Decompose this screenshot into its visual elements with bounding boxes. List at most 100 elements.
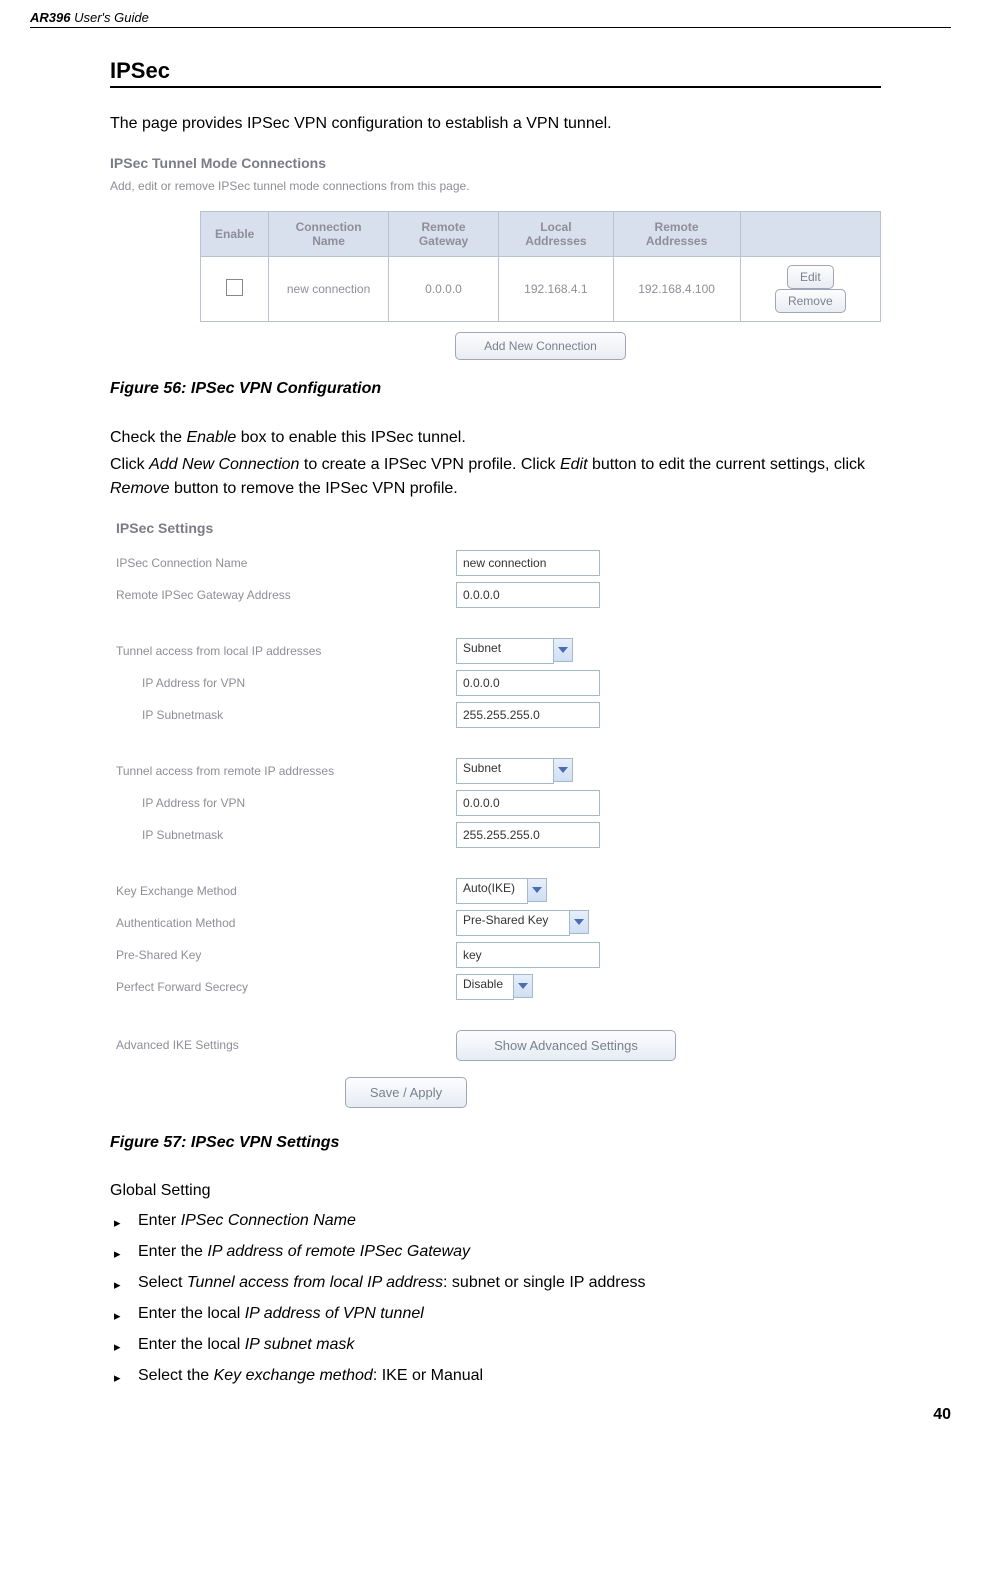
bullet-icon: ▸ (110, 1367, 138, 1386)
bullet-icon: ▸ (110, 1274, 138, 1293)
select-value: Subnet (456, 638, 554, 664)
connections-table: Enable Connection Name Remote Gateway Lo… (200, 211, 881, 322)
label-local-mask: IP Subnetmask (116, 708, 456, 722)
page-header: AR396 User's Guide (30, 10, 951, 28)
col-local-addresses: Local Addresses (499, 212, 613, 257)
col-remote-gateway: Remote Gateway (388, 212, 498, 257)
label-local-ip: IP Address for VPN (116, 676, 456, 690)
label-remote-ip: IP Address for VPN (116, 796, 456, 810)
header-left: AR396 User's Guide (30, 10, 149, 25)
col-remote-addresses: Remote Addresses (613, 212, 740, 257)
table-row: new connection 0.0.0.0 192.168.4.1 192.1… (201, 257, 881, 322)
remove-button[interactable]: Remove (775, 289, 846, 313)
label-kex: Key Exchange Method (116, 884, 456, 898)
fig56-title: IPSec Tunnel Mode Connections (110, 155, 881, 171)
product-name: AR396 (30, 10, 70, 25)
select-remote-access[interactable]: Subnet (456, 758, 573, 784)
label-auth: Authentication Method (116, 916, 456, 930)
label-pfs: Perfect Forward Secrecy (116, 980, 456, 994)
txt: Enable (186, 429, 236, 446)
list-item-text: Enter the local IP address of VPN tunnel (138, 1305, 424, 1323)
bullet-icon: ▸ (110, 1336, 138, 1355)
instructions-block: Check the Enable box to enable this IPSe… (110, 426, 881, 500)
select-kex[interactable]: Auto(IKE) (456, 878, 547, 904)
list-item: ▸Enter the IP address of remote IPSec Ga… (110, 1243, 881, 1262)
bullet-icon: ▸ (110, 1212, 138, 1231)
col-conn-name: Connection Name (269, 212, 388, 257)
list-item: ▸Enter the local IP subnet mask (110, 1336, 881, 1355)
gateway-cell: 0.0.0.0 (388, 257, 498, 322)
label-local-access: Tunnel access from local IP addresses (116, 644, 456, 658)
bullet-icon: ▸ (110, 1243, 138, 1262)
fig57-title: IPSec Settings (116, 520, 881, 536)
remote-addr-cell: 192.168.4.100 (613, 257, 740, 322)
txt: to create a IPSec VPN profile. Click (299, 456, 560, 473)
col-enable: Enable (201, 212, 269, 257)
list-item: ▸Enter the local IP address of VPN tunne… (110, 1305, 881, 1324)
save-apply-button[interactable]: Save / Apply (345, 1077, 467, 1108)
chevron-down-icon (528, 878, 547, 902)
input-remote-mask[interactable] (456, 822, 600, 848)
txt: button to edit the current settings, cli… (588, 456, 865, 473)
select-value: Subnet (456, 758, 554, 784)
enable-checkbox[interactable] (226, 279, 243, 296)
label-psk: Pre-Shared Key (116, 948, 456, 962)
chevron-down-icon (570, 910, 589, 934)
header-suffix: User's Guide (70, 10, 148, 25)
select-value: Pre-Shared Key (456, 910, 570, 936)
select-local-access[interactable]: Subnet (456, 638, 573, 664)
input-remote-gw[interactable] (456, 582, 600, 608)
txt: Remove (110, 480, 170, 497)
select-auth[interactable]: Pre-Shared Key (456, 910, 589, 936)
page-number: 40 (30, 1406, 951, 1424)
input-local-ip[interactable] (456, 670, 600, 696)
chevron-down-icon (554, 638, 573, 662)
txt: button to remove the IPSec VPN profile. (170, 480, 458, 497)
list-item-text: Select the Key exchange method: IKE or M… (138, 1367, 483, 1385)
add-new-connection-button[interactable]: Add New Connection (455, 332, 626, 360)
input-remote-ip[interactable] (456, 790, 600, 816)
list-item: ▸Enter IPSec Connection Name (110, 1212, 881, 1231)
figure-57-caption: Figure 57: IPSec VPN Settings (110, 1134, 881, 1152)
txt: Add New Connection (149, 456, 299, 473)
txt: Edit (560, 456, 588, 473)
list-item: ▸Select Tunnel access from local IP addr… (110, 1274, 881, 1293)
local-addr-cell: 192.168.4.1 (499, 257, 613, 322)
chevron-down-icon (514, 974, 533, 998)
enable-cell (201, 257, 269, 322)
figure-56-caption: Figure 56: IPSec VPN Configuration (110, 380, 881, 398)
list-item-text: Enter the IP address of remote IPSec Gat… (138, 1243, 470, 1261)
input-psk[interactable] (456, 942, 600, 968)
label-remote-gw: Remote IPSec Gateway Address (116, 588, 456, 602)
txt: box to enable this IPSec tunnel. (236, 429, 465, 446)
global-setting-heading: Global Setting (110, 1182, 881, 1200)
txt: Check the (110, 429, 186, 446)
intro-text: The page provides IPSec VPN configuratio… (110, 112, 881, 135)
section-title: IPSec (110, 58, 881, 88)
chevron-down-icon (554, 758, 573, 782)
input-local-mask[interactable] (456, 702, 600, 728)
txt: Click (110, 456, 149, 473)
list-item-text: Enter IPSec Connection Name (138, 1212, 356, 1230)
list-item-text: Enter the local IP subnet mask (138, 1336, 354, 1354)
figure-56-screenshot: IPSec Tunnel Mode Connections Add, edit … (110, 155, 881, 360)
figure-57-screenshot: IPSec Settings IPSec Connection Name Rem… (116, 520, 881, 1108)
input-conn-name[interactable] (456, 550, 600, 576)
conn-name-cell: new connection (269, 257, 388, 322)
label-adv: Advanced IKE Settings (116, 1038, 456, 1052)
label-remote-access: Tunnel access from remote IP addresses (116, 764, 456, 778)
list-item: ▸Select the Key exchange method: IKE or … (110, 1367, 881, 1386)
edit-button[interactable]: Edit (787, 265, 834, 289)
show-advanced-button[interactable]: Show Advanced Settings (456, 1030, 676, 1061)
select-value: Auto(IKE) (456, 878, 528, 904)
col-actions (740, 212, 880, 257)
global-setting-list: ▸Enter IPSec Connection Name▸Enter the I… (110, 1212, 881, 1386)
select-pfs[interactable]: Disable (456, 974, 533, 1000)
actions-cell: Edit Remove (740, 257, 880, 322)
select-value: Disable (456, 974, 514, 1000)
label-conn-name: IPSec Connection Name (116, 556, 456, 570)
list-item-text: Select Tunnel access from local IP addre… (138, 1274, 646, 1292)
bullet-icon: ▸ (110, 1305, 138, 1324)
fig56-subtitle: Add, edit or remove IPSec tunnel mode co… (110, 179, 881, 193)
label-remote-mask: IP Subnetmask (116, 828, 456, 842)
